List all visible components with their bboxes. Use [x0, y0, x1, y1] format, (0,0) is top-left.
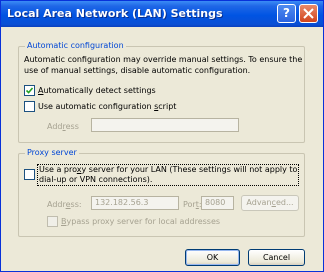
close-icon [303, 8, 314, 19]
close-button[interactable] [299, 4, 318, 23]
cancel-button[interactable]: Cancel [248, 249, 305, 266]
checkmark-icon [26, 87, 33, 94]
use-proxy-checkbox[interactable] [24, 169, 35, 180]
proxy-address-label: Address: [47, 200, 82, 209]
use-proxy-label-line1[interactable]: Use a proxy server for your LAN (These s… [39, 165, 297, 174]
auto-config-legend: Automatic configuration [25, 41, 126, 50]
use-proxy-label-line2[interactable]: dial-up or VPN connections). [39, 175, 152, 184]
help-button[interactable]: ? [277, 4, 296, 23]
auto-config-script-checkbox[interactable] [24, 101, 35, 112]
auto-config-description-line1: Automatic configuration may override man… [24, 55, 303, 64]
help-icon: ? [283, 6, 290, 20]
lan-settings-dialog: Local Area Network (LAN) Settings ? Auto… [0, 0, 324, 272]
proxy-port-field[interactable]: 8080 [201, 196, 234, 210]
advanced-button[interactable]: Advanced... [241, 195, 299, 211]
auto-detect-checkbox[interactable] [24, 85, 35, 96]
window-title: Local Area Network (LAN) Settings [7, 7, 223, 20]
proxy-server-legend: Proxy server [25, 148, 79, 157]
ok-button[interactable]: OK [185, 249, 240, 266]
auto-detect-label[interactable]: Automatically detect settings [38, 86, 156, 95]
proxy-port-label: Port: [183, 200, 202, 209]
bypass-local-label[interactable]: Bypass proxy server for local addresses [61, 217, 220, 226]
script-address-label: Address [47, 122, 79, 131]
proxy-address-field[interactable]: 132.182.56.3 [91, 196, 179, 210]
title-bar[interactable]: Local Area Network (LAN) Settings ? [1, 1, 323, 27]
auto-config-script-label[interactable]: Use automatic configuration script [38, 102, 176, 111]
script-address-field[interactable] [91, 118, 239, 132]
bypass-local-checkbox[interactable] [47, 216, 58, 227]
auto-config-description-line2: use of manual settings, disable automati… [24, 66, 251, 75]
